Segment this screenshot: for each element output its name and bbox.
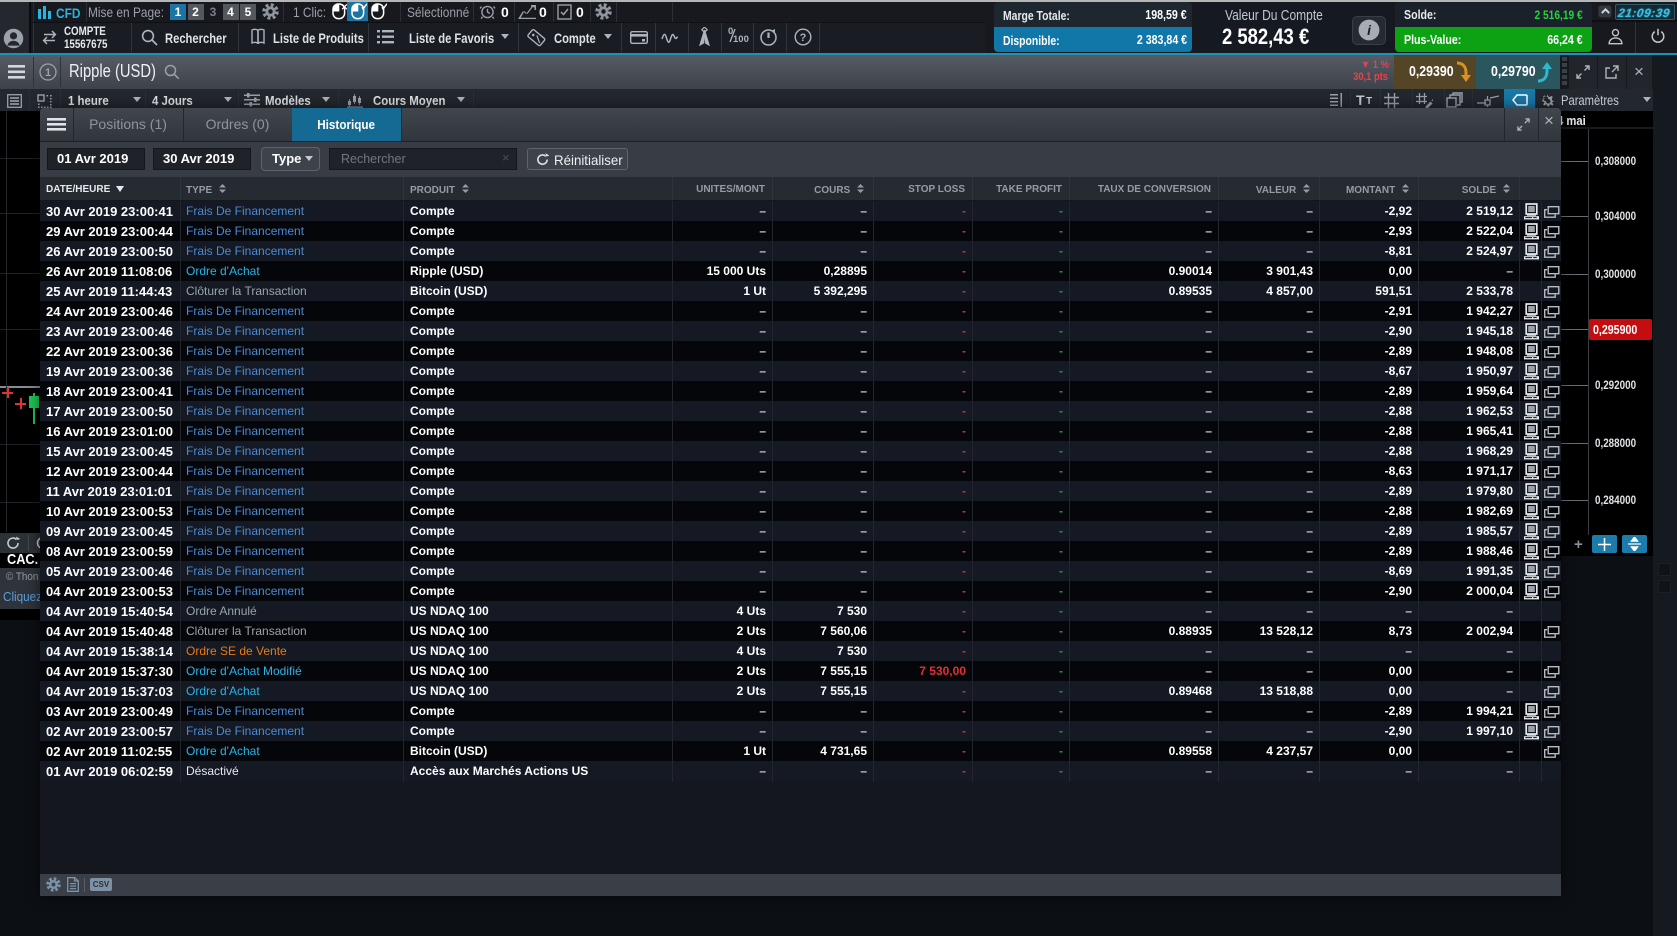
svg-text:✓: ✓ xyxy=(360,3,367,14)
svg-text:1: 1 xyxy=(45,67,51,79)
svg-text:?: ? xyxy=(800,32,807,44)
svg-text:✓✓: ✓✓ xyxy=(380,3,387,14)
